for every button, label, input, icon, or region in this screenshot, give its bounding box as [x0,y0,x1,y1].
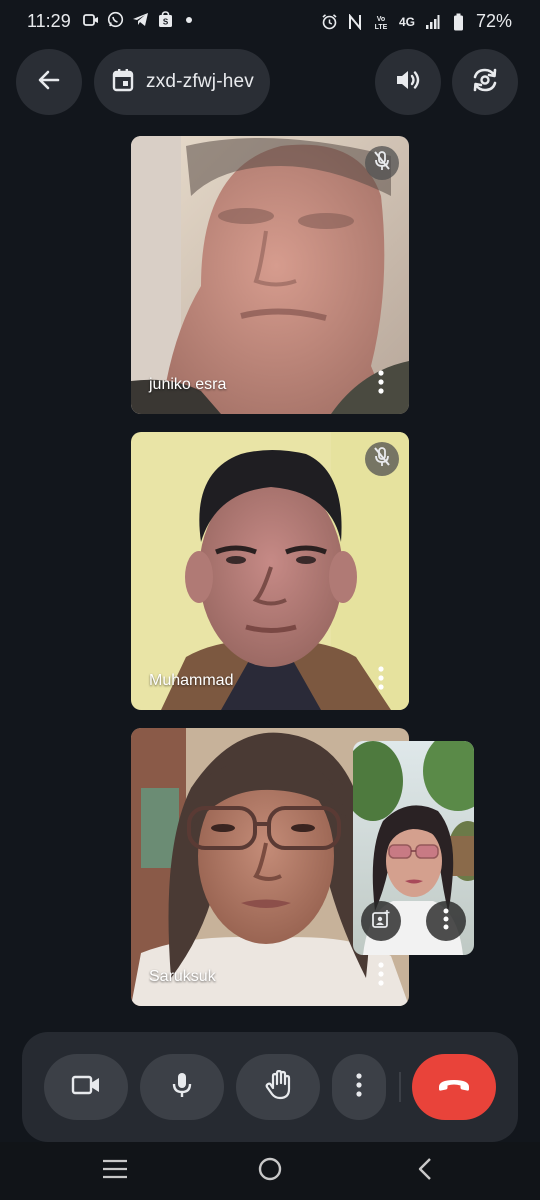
participant-video [131,136,409,414]
svg-text:LTE: LTE [375,24,388,30]
participant-options-button[interactable] [369,369,393,399]
system-navigation-bar [0,1142,540,1200]
meet-call-screen: 11:29 S Vo LTE 4G 72% zxd-zfwj-hev junik… [0,0,540,1200]
meeting-info-button[interactable]: zxd-zfwj-hev [94,49,270,115]
telegram-icon [132,11,149,28]
network-type: 4G [398,14,415,29]
participant-name: Muhammad [149,672,234,689]
battery-icon [450,13,467,30]
home-button[interactable] [255,1156,285,1186]
signal-icon [424,13,441,30]
muted-indicator [365,146,399,180]
add-effects-icon [371,909,391,934]
end-call-button[interactable] [412,1054,496,1120]
hang-up-icon [437,1077,471,1098]
participant-options-button[interactable] [369,961,393,991]
participant-name: Saruksuk [149,968,216,985]
participant-options-button[interactable] [369,665,393,695]
nav-back-button[interactable] [410,1156,440,1186]
microphone-toggle-button[interactable] [140,1054,224,1120]
whatsapp-icon [107,11,124,28]
recents-button[interactable] [100,1156,130,1186]
more-vert-icon [378,961,384,991]
participant-video [131,432,409,710]
control-divider [399,1072,401,1102]
more-options-button[interactable] [332,1054,386,1120]
camera-icon [71,1074,101,1101]
back-button[interactable] [16,49,82,115]
raise-hand-icon [265,1069,291,1105]
more-vert-icon [443,908,449,935]
system-icons: Vo LTE 4G 72% [321,11,512,32]
volte-icon: Vo LTE [373,13,390,30]
video-recorder-icon [82,11,99,28]
speaker-icon [394,67,422,98]
participant-name: juniko esra [149,376,227,393]
calendar-icon [112,68,134,97]
effects-button[interactable] [361,901,401,941]
recents-icon [102,1159,128,1184]
microphone-icon [171,1071,193,1104]
participant-tile[interactable]: Muhammad [131,432,409,710]
switch-camera-button[interactable] [452,49,518,115]
raise-hand-button[interactable] [236,1054,320,1120]
self-view-options-button[interactable] [426,901,466,941]
nfc-icon [347,13,364,30]
audio-output-button[interactable] [375,49,441,115]
battery-percent: 72% [475,11,512,31]
shopee-icon: S [157,11,174,28]
camera-toggle-button[interactable] [44,1054,128,1120]
participant-tile[interactable]: juniko esra [131,136,409,414]
more-vert-icon [378,369,384,399]
back-icon [417,1157,433,1186]
notification-icons: S [82,11,192,28]
notification-dot [186,16,192,23]
status-bar: 11:29 S Vo LTE 4G 72% [0,0,540,44]
mic-off-icon [372,446,392,473]
more-vert-icon [378,665,384,695]
muted-indicator [365,442,399,476]
self-view[interactable] [353,741,474,955]
switch-camera-icon [470,66,500,99]
svg-text:Vo: Vo [377,16,385,23]
mic-off-icon [372,150,392,177]
meeting-code: zxd-zfwj-hev [146,71,254,92]
home-icon [257,1156,283,1187]
call-control-bar [22,1032,518,1142]
alarm-icon [321,13,338,30]
more-vert-icon [356,1072,362,1102]
back-arrow-icon [36,67,62,98]
svg-text:S: S [163,18,169,27]
status-time: 11:29 [27,11,71,31]
